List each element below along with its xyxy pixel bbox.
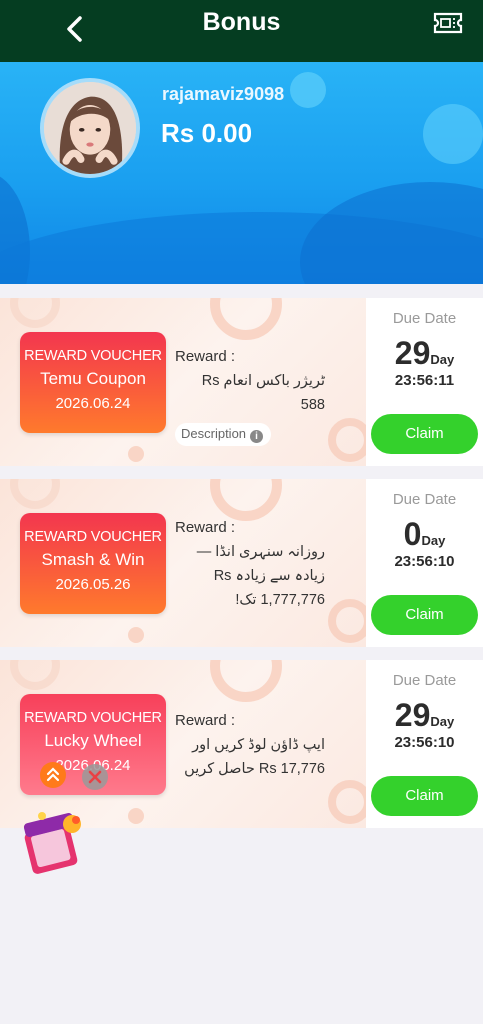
balance-amount: Rs 0.00: [161, 118, 253, 148]
info-icon: i: [250, 430, 264, 443]
reward-label: Reward :: [175, 348, 236, 365]
gift-box-icon[interactable]: [22, 810, 90, 876]
day-unit: Day: [430, 714, 455, 729]
voucher-card: REWARD VOUCHER Smash & Win 2026.05.26 Re…: [0, 479, 483, 647]
page-title: Bonus: [202, 8, 281, 36]
voucher-date: 2026.05.26: [55, 576, 131, 593]
claim-button[interactable]: Claim: [371, 776, 478, 816]
claim-button[interactable]: Claim: [371, 414, 478, 454]
description-button[interactable]: Description i: [175, 423, 272, 446]
voucher-date: 2026.06.24: [55, 395, 131, 412]
voucher-badge: REWARD VOUCHER Smash & Win 2026.05.26: [20, 513, 166, 614]
voucher-name: Smash & Win: [41, 550, 145, 569]
scroll-up-icon[interactable]: [40, 762, 66, 788]
close-icon[interactable]: [82, 764, 108, 790]
claim-button[interactable]: Claim: [371, 595, 478, 635]
profile-banner: rajamaviz9098 Rs 0.00: [0, 62, 483, 284]
due-date-label: Due Date: [392, 310, 457, 327]
voucher-type: REWARD VOUCHER: [24, 529, 162, 545]
reward-text: ایپ ڈاؤن لوڈ کریں اور Rs 17,776 حاصل کری…: [184, 737, 325, 777]
countdown-time: 23:56:10: [394, 734, 455, 751]
reward-label: Reward :: [175, 519, 236, 536]
voucher-name: Lucky Wheel: [44, 731, 142, 750]
days-remaining: 0: [403, 516, 422, 552]
username: rajamaviz9098: [162, 84, 285, 104]
description-label: Description: [181, 426, 247, 441]
countdown-time: 23:56:11: [394, 372, 455, 389]
reward-text: روزانہ سنہری انڈا — زیادہ سے زیادہ Rs 1,…: [196, 544, 325, 608]
days-remaining: 29: [394, 335, 431, 371]
day-unit: Day: [421, 533, 446, 548]
voucher-name: Temu Coupon: [40, 369, 146, 388]
due-date-label: Due Date: [392, 491, 457, 508]
day-unit: Day: [430, 352, 455, 367]
reward-text: ٹریژر باکس انعام Rs 588: [201, 373, 325, 413]
voucher-type: REWARD VOUCHER: [24, 710, 162, 726]
top-bar: Bonus: [0, 0, 483, 62]
due-date-label: Due Date: [392, 672, 457, 689]
voucher-card: REWARD VOUCHER Temu Coupon 2026.06.24 Re…: [0, 298, 483, 466]
voucher-type: REWARD VOUCHER: [24, 348, 162, 364]
avatar[interactable]: [40, 78, 140, 178]
ticket-icon[interactable]: [433, 12, 463, 34]
voucher-badge: REWARD VOUCHER Temu Coupon 2026.06.24: [20, 332, 166, 433]
days-remaining: 29: [394, 697, 431, 733]
voucher-card: REWARD VOUCHER Lucky Wheel 2026.06.24 Re…: [0, 660, 483, 828]
countdown-time: 23:56:10: [394, 553, 455, 570]
reward-label: Reward :: [175, 712, 236, 729]
